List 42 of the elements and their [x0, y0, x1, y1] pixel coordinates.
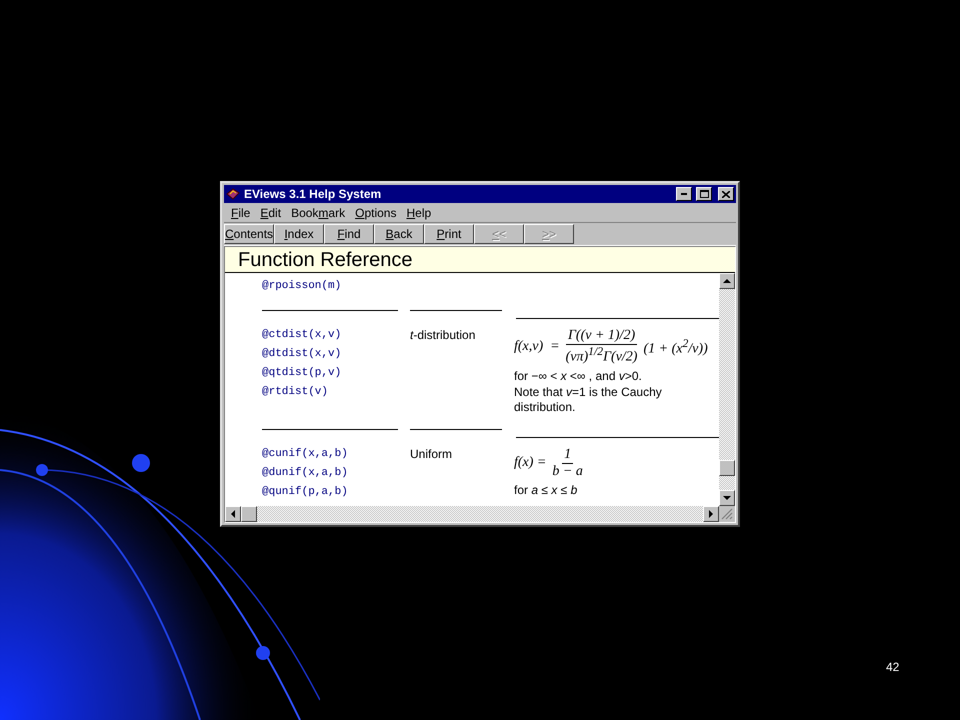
- maximize-button[interactable]: [696, 187, 712, 201]
- function-name: @rpoisson(m): [262, 279, 342, 294]
- note-text: Note that v=1 is the Cauchy distribution.: [514, 384, 663, 415]
- minimize-icon: [681, 193, 687, 195]
- arrow-icon: [723, 279, 731, 283]
- note-text: for −∞ < x <∞ , and v>0.: [514, 368, 643, 384]
- minimize-button[interactable]: [676, 187, 692, 201]
- function-name: @rtdist(v): [262, 385, 330, 400]
- toolbar-button[interactable]: Print: [424, 224, 474, 244]
- function-name: @qunif(p,a,b): [262, 484, 349, 500]
- function-name: @dtdist(x,v): [262, 347, 342, 362]
- toolbar-button[interactable]: Contents: [224, 224, 274, 244]
- maximize-icon: [700, 190, 708, 198]
- topic-title: Function Reference: [225, 247, 735, 273]
- book-icon: [226, 188, 240, 200]
- toolbar-button[interactable]: Back: [374, 224, 424, 244]
- menu-item[interactable]: Bookmark: [286, 206, 350, 220]
- menu-item[interactable]: File: [226, 206, 256, 220]
- arrow-icon: [709, 510, 713, 518]
- scroll-thumb[interactable]: [241, 506, 257, 522]
- function-name: @ctdist(x,v): [262, 328, 342, 343]
- menu-item[interactable]: Help: [401, 206, 436, 220]
- distribution-name: Uniform: [410, 446, 454, 463]
- arrow-icon: [231, 510, 235, 518]
- function-name: @dunif(x,a,b): [262, 466, 349, 481]
- function-name: @qtdist(p,v): [262, 366, 342, 381]
- horizontal-scrollbar[interactable]: [225, 506, 719, 522]
- size-grip-icon[interactable]: [719, 506, 733, 520]
- toolbar-button[interactable]: Find: [324, 224, 374, 244]
- menu-item[interactable]: Edit: [255, 206, 286, 220]
- distribution-name: t-distribution: [410, 327, 476, 344]
- note-text: for a ≤ x ≤ b: [514, 482, 578, 498]
- scroll-thumb[interactable]: [719, 460, 735, 476]
- arrow-icon: [723, 496, 731, 500]
- toolbar-button[interactable]: Index: [274, 224, 324, 244]
- window-title: EViews 3.1 Help System: [244, 187, 382, 201]
- close-icon: [722, 190, 730, 198]
- slide-number: 42: [886, 660, 900, 674]
- function-name: @cunif(x,a,b): [262, 446, 349, 462]
- menu-item[interactable]: Options: [350, 206, 402, 220]
- close-button[interactable]: [718, 187, 734, 201]
- vertical-scrollbar[interactable]: [719, 273, 735, 506]
